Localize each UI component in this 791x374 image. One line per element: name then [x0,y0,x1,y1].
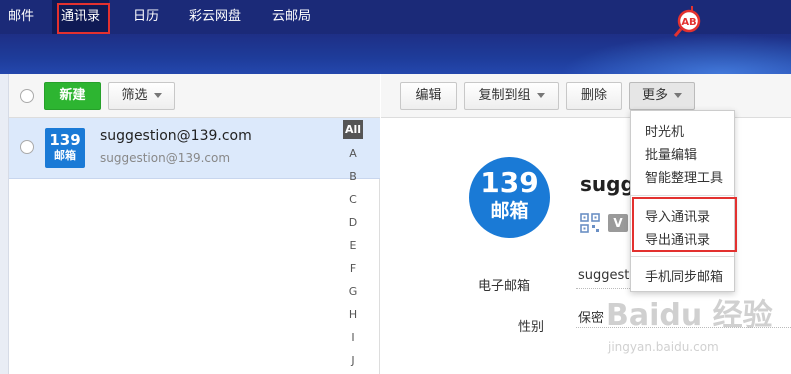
detail-avatar: 139 邮箱 [469,157,550,238]
edit-button[interactable]: 编辑 [400,82,457,110]
alpha-b[interactable]: B [343,170,363,183]
avatar: 139 邮箱 [45,128,85,168]
new-contact-button[interactable]: 新建 [44,82,101,110]
magnifier-badge: AB [681,17,696,28]
chevron-down-icon [153,93,162,98]
nav-cloud-post[interactable]: 云邮局 [272,0,311,34]
copy-to-group-label: 复制到组 [478,88,531,103]
alpha-a[interactable]: A [343,147,363,160]
magnifier-icon: AB [672,6,704,38]
select-all-checkbox[interactable] [20,89,34,103]
alpha-f[interactable]: F [343,262,363,275]
nav-calendar[interactable]: 日历 [133,0,159,34]
alpha-h[interactable]: H [343,308,363,321]
alpha-d[interactable]: D [343,216,363,229]
watermark-url: jingyan.baidu.com [608,340,719,354]
alpha-e[interactable]: E [343,239,363,252]
watermark-logo: Baidu 经验 [606,298,773,333]
alpha-j[interactable]: J [343,354,363,367]
nav-mail[interactable]: 邮件 [8,0,34,34]
copy-to-group-dropdown[interactable]: 复制到组 [464,82,559,110]
menu-divider [631,195,734,196]
menu-item-smart-organize[interactable]: 智能整理工具 [645,167,723,186]
menu-item-time-machine[interactable]: 时光机 [645,121,684,140]
more-dropdown[interactable]: 更多 [629,82,695,110]
detail-avatar-number: 139 [480,166,539,199]
alpha-i[interactable]: I [343,331,363,344]
list-toolbar: 新建 筛选 [9,74,380,118]
delete-button[interactable]: 删除 [566,82,622,110]
qr-code-icon[interactable] [580,213,600,233]
avatar-chars: 邮箱 [54,149,76,162]
contact-select-checkbox[interactable] [20,140,34,154]
vcard-badge[interactable]: V [608,214,628,232]
alpha-c[interactable]: C [343,193,363,206]
banner-glow [560,34,791,74]
highlight-box-contacts [57,3,110,34]
menu-item-phone-sync[interactable]: 手机同步邮箱 [645,266,723,285]
more-label: 更多 [641,88,668,103]
alpha-g[interactable]: G [343,285,363,298]
alphabet-index: All A B C D E F G H I J [343,118,363,374]
watermark: Baidu 经验 jingyan.baidu.com [588,290,788,374]
left-collapsed-strip[interactable] [0,74,9,374]
menu-divider [631,256,734,257]
alpha-all[interactable]: All [343,120,363,139]
contact-email: suggestion@139.com [100,151,231,165]
nav-cloud-drive[interactable]: 彩云网盘 [189,0,241,34]
highlight-box-import-export [632,197,737,252]
chevron-down-icon [674,93,682,98]
email-field-label: 电子邮箱 [478,279,531,294]
chevron-down-icon [536,93,545,98]
contact-list-item[interactable]: 139 邮箱 suggestion@139.com suggestion@139… [9,118,380,179]
field-divider [576,288,632,289]
contact-name: suggestion@139.com [100,128,252,144]
header-banner [0,34,791,74]
filter-dropdown[interactable]: 筛选 [108,82,175,110]
detail-avatar-chars: 邮箱 [490,200,529,222]
gender-field-label: 性别 [518,320,545,335]
filter-label: 筛选 [121,88,148,103]
avatar-number: 139 [49,131,81,149]
menu-item-batch-edit[interactable]: 批量编辑 [645,144,697,163]
